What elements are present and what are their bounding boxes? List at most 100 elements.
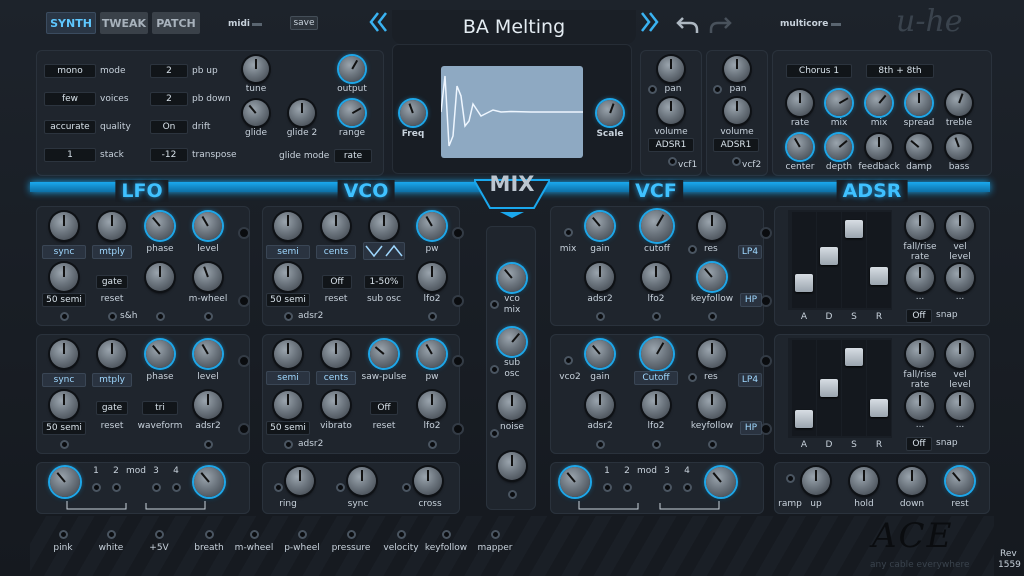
- vcf1-res-jack[interactable]: [688, 245, 697, 254]
- lfo1-level-knob[interactable]: [194, 212, 222, 240]
- vco2-sawpulse-knob[interactable]: [370, 340, 398, 368]
- lfo1-mwheel-jack[interactable]: [204, 312, 213, 321]
- ramp-down-knob[interactable]: [898, 467, 926, 495]
- vcf2-pan-knob[interactable]: [724, 56, 750, 82]
- env2-release-track[interactable]: [867, 340, 891, 436]
- env2-mod2-knob[interactable]: [946, 392, 974, 420]
- lfo2-mult-button[interactable]: mtply: [92, 373, 132, 387]
- vcf2-keyfollow-knob[interactable]: [698, 391, 726, 419]
- ramp-hold-knob[interactable]: [850, 467, 878, 495]
- env2-snap-value[interactable]: Off: [906, 437, 932, 451]
- quality-value[interactable]: accurate: [44, 120, 96, 134]
- ring-knob[interactable]: [286, 467, 314, 495]
- vcf1-mod-jack[interactable]: [668, 157, 677, 166]
- redo-icon[interactable]: [708, 13, 732, 35]
- source-velocity-jack[interactable]: [397, 530, 406, 539]
- vcf2-out-jack[interactable]: [760, 355, 772, 367]
- vco2-range-knob[interactable]: [274, 391, 302, 419]
- env2-fallrise-knob[interactable]: [906, 340, 934, 368]
- lfo1-mwheel-knob[interactable]: [194, 263, 222, 291]
- vco1-out-jack[interactable]: [452, 227, 464, 239]
- vco1-cents-button[interactable]: cents: [316, 245, 356, 259]
- ramp-up-knob[interactable]: [802, 467, 830, 495]
- lfo1-sync-button[interactable]: sync: [42, 245, 86, 259]
- vcf2-cutoff-button[interactable]: Cutoff: [634, 371, 678, 385]
- env2-sustain-slider[interactable]: [845, 347, 863, 366]
- drift-value[interactable]: On: [150, 120, 188, 134]
- vcf1-mode-button[interactable]: LP4: [738, 245, 762, 259]
- cross-jack[interactable]: [402, 483, 411, 492]
- prev-preset-icon[interactable]: [368, 10, 390, 34]
- vcf2-hp-button[interactable]: HP: [740, 421, 762, 435]
- lfo2-level-knob[interactable]: [194, 340, 222, 368]
- voices-value[interactable]: few: [44, 92, 96, 106]
- tune-knob[interactable]: [243, 56, 269, 82]
- vco2-adsr2-jack[interactable]: [284, 440, 293, 449]
- mixer-extra-jack[interactable]: [508, 490, 517, 499]
- source-mapper-jack[interactable]: [491, 530, 500, 539]
- source-breath-jack[interactable]: [205, 530, 214, 539]
- save-button[interactable]: save: [290, 16, 318, 30]
- source-white-jack[interactable]: [107, 530, 116, 539]
- pb-up-value[interactable]: 2: [150, 64, 188, 78]
- vcf2-gain-knob[interactable]: [586, 340, 614, 368]
- next-preset-icon[interactable]: [638, 10, 660, 34]
- vco1-lfo2-knob[interactable]: [418, 263, 446, 291]
- lfo2-out2-jack[interactable]: [238, 423, 250, 435]
- vco1-lfo2-jack[interactable]: [428, 312, 437, 321]
- env1-mod2-knob[interactable]: [946, 264, 974, 292]
- vcf1-pan-knob[interactable]: [658, 56, 684, 82]
- vco1-semi-knob[interactable]: [274, 212, 302, 240]
- vco2-lfo2-jack[interactable]: [428, 440, 437, 449]
- lfo-mod-jack-2[interactable]: [112, 483, 121, 492]
- ring-jack[interactable]: [274, 483, 283, 492]
- vcf1-res-knob[interactable]: [698, 212, 726, 240]
- env1-mod1-knob[interactable]: [906, 264, 934, 292]
- vcf1-keyfollow-jack[interactable]: [708, 312, 717, 321]
- vcf1-volume-knob[interactable]: [658, 98, 684, 124]
- vcf2-res-knob[interactable]: [698, 340, 726, 368]
- ramp-jack[interactable]: [786, 474, 795, 483]
- source-pwheel-jack[interactable]: [298, 530, 307, 539]
- source-pink-jack[interactable]: [59, 530, 68, 539]
- vcf2-res-jack[interactable]: [688, 373, 697, 382]
- vco1-range-value[interactable]: 50 semi: [266, 293, 310, 307]
- lfo2-out-jack[interactable]: [238, 355, 250, 367]
- vco1-adsr2-jack[interactable]: [284, 312, 293, 321]
- lfo-mod-left-knob[interactable]: [50, 467, 80, 497]
- chorus-bass-knob[interactable]: [946, 134, 972, 160]
- ramp-rest-knob[interactable]: [946, 467, 974, 495]
- stack-value[interactable]: 1: [44, 148, 96, 162]
- lfo2-adsr2-knob[interactable]: [194, 391, 222, 419]
- vcf-mod-right-knob[interactable]: [706, 467, 736, 497]
- pb-down-value[interactable]: 2: [150, 92, 188, 106]
- env1-release-track[interactable]: [867, 212, 891, 308]
- lfo1-gate-value[interactable]: gate: [96, 275, 128, 289]
- vcf2-lfo2-jack[interactable]: [652, 440, 661, 449]
- env1-attack-track[interactable]: [792, 212, 816, 308]
- env1-decay-slider[interactable]: [820, 247, 838, 266]
- chorus-damp-knob[interactable]: [906, 134, 932, 160]
- vcf2-pan-jack[interactable]: [713, 85, 722, 94]
- vco1-out2-jack[interactable]: [452, 295, 464, 307]
- env1-snap-value[interactable]: Off: [906, 309, 932, 323]
- chorus-rate-sync[interactable]: 8th + 8th: [866, 64, 934, 78]
- env1-sustain-slider[interactable]: [845, 219, 863, 238]
- lfo-mod-jack-4[interactable]: [172, 483, 181, 492]
- vcf1-lfo2-jack[interactable]: [652, 312, 661, 321]
- env2-decay-slider[interactable]: [820, 379, 838, 397]
- source-mwheel-jack[interactable]: [250, 530, 259, 539]
- chorus-mix2-knob[interactable]: [866, 90, 892, 116]
- vcf1-gain-knob[interactable]: [586, 212, 614, 240]
- vco1-subosc-value[interactable]: 1-50%: [364, 275, 404, 289]
- lfo-mod-jack-1[interactable]: [92, 483, 101, 492]
- lfo2-mult-knob[interactable]: [98, 340, 126, 368]
- sync-jack[interactable]: [336, 483, 345, 492]
- vco2-out2-jack[interactable]: [452, 423, 464, 435]
- lfo1-phase-jack[interactable]: [156, 312, 165, 321]
- mixer-sub-jack[interactable]: [490, 365, 499, 374]
- vcf2-mod-jack[interactable]: [732, 157, 741, 166]
- source-pressure-jack[interactable]: [347, 530, 356, 539]
- lfo1-range-value[interactable]: 50 semi: [42, 293, 86, 307]
- vcf1-cutoff-knob[interactable]: [641, 210, 673, 242]
